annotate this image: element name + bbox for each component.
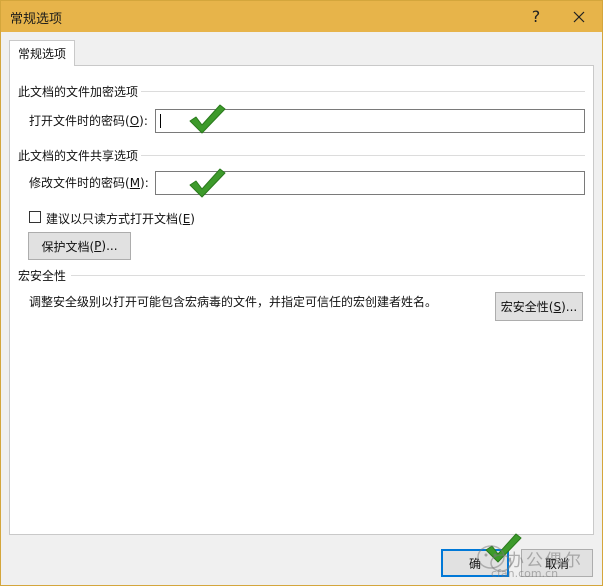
dialog-title: 常规选项: [10, 12, 63, 27]
text-caret: [160, 114, 161, 128]
macro-section-heading: 宏安全性: [18, 269, 67, 283]
close-icon: [573, 11, 585, 22]
title-bar: 常规选项 ?: [1, 1, 602, 32]
open-password-label: 打开文件时的密码(O):: [29, 114, 148, 128]
section-divider: [141, 91, 585, 92]
modify-password-label: 修改文件时的密码(M):: [29, 176, 149, 190]
sharing-section-heading: 此文档的文件共享选项: [18, 149, 139, 163]
tab-general-options[interactable]: 常规选项: [9, 40, 75, 66]
macro-security-button[interactable]: 宏安全性(S)...: [495, 292, 583, 321]
close-button[interactable]: [559, 1, 599, 32]
section-divider: [71, 275, 585, 276]
help-button[interactable]: ?: [516, 1, 556, 32]
macro-description: 调整安全级别以打开可能包含宏病毒的文件，并指定可信任的宏创建者姓名。: [29, 295, 438, 309]
protect-document-button[interactable]: 保护文档(P)...: [28, 232, 131, 260]
section-divider: [141, 155, 585, 156]
help-icon: ?: [531, 7, 541, 26]
watermark-url: cfan.com.cn: [491, 567, 559, 580]
encryption-section-heading: 此文档的文件加密选项: [18, 85, 139, 99]
readonly-recommended-checkbox[interactable]: [29, 211, 41, 223]
readonly-recommended-label: 建议以只读方式打开文档(E): [46, 212, 195, 226]
general-options-dialog: 常规选项 ? 常规选项 此文档的文件加密选项 打开文件时的密码(O): 此文档的…: [0, 0, 603, 586]
green-check-icon: [189, 104, 226, 134]
green-check-icon: [189, 168, 226, 198]
